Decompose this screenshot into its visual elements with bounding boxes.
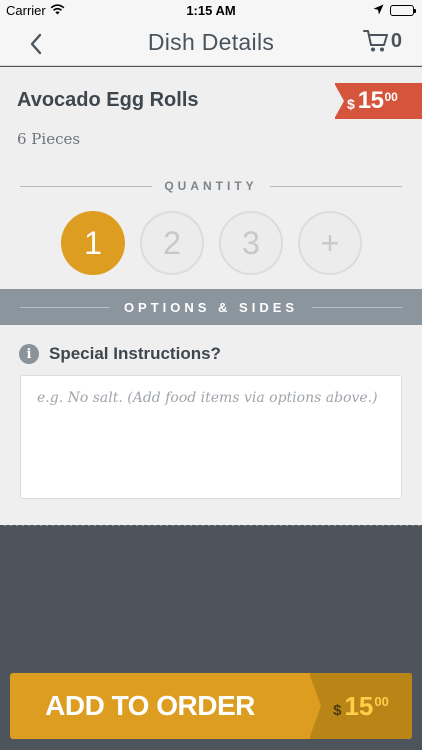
- price-cents: 00: [374, 693, 389, 709]
- add-to-order-label: ADD TO ORDER: [45, 690, 255, 721]
- quantity-option-3[interactable]: 3: [219, 211, 283, 275]
- quantity-option-2[interactable]: 2: [140, 211, 204, 275]
- price-ribbon: $ 15 00: [334, 83, 422, 119]
- price-currency: $: [333, 701, 342, 719]
- special-instructions-header: i Special Instructions?: [19, 344, 221, 364]
- info-icon: i: [19, 344, 39, 364]
- dish-name: Avocado Egg Rolls: [17, 89, 199, 111]
- price-whole: 15: [344, 690, 374, 721]
- quantity-more-button[interactable]: +: [298, 211, 362, 275]
- special-instructions-label: Special Instructions?: [49, 344, 221, 363]
- dish-description: 6 Pieces: [17, 130, 81, 148]
- divider-line: [269, 185, 402, 187]
- add-to-order-price: $ 15 00: [309, 673, 412, 739]
- divider-line: [312, 306, 403, 308]
- divider-line: [20, 306, 110, 308]
- dish-content: Avocado Egg Rolls 6 Pieces $ 15 00 QUANT…: [0, 67, 422, 525]
- options-sides-button[interactable]: OPTIONS & SIDES: [0, 289, 422, 325]
- cart-button[interactable]: 0: [362, 29, 402, 53]
- quantity-divider: QUANTITY: [20, 176, 402, 196]
- status-right: [373, 3, 416, 18]
- add-to-order-button[interactable]: ADD TO ORDER $ 15 00: [10, 673, 412, 739]
- battery-icon: [390, 5, 416, 16]
- page-title: Dish Details: [147, 29, 275, 55]
- status-bar: Carrier 1:15 AM: [0, 0, 422, 22]
- status-time: 1:15 AM: [186, 3, 236, 18]
- quantity-option-1[interactable]: 1: [61, 211, 125, 275]
- divider-line: [20, 185, 153, 187]
- quantity-selector: 1 2 3 +: [61, 211, 362, 275]
- special-instructions-input[interactable]: [20, 375, 402, 499]
- options-label: OPTIONS & SIDES: [123, 299, 299, 315]
- price-whole: 15: [357, 87, 384, 114]
- price-currency: $: [347, 96, 355, 112]
- nav-bar: Dish Details 0: [0, 22, 422, 66]
- price-cents: 00: [384, 90, 398, 104]
- quantity-label: QUANTITY: [164, 179, 258, 193]
- location-arrow-icon: [373, 3, 384, 18]
- cart-count: 0: [390, 29, 402, 52]
- cart-icon: [362, 30, 388, 52]
